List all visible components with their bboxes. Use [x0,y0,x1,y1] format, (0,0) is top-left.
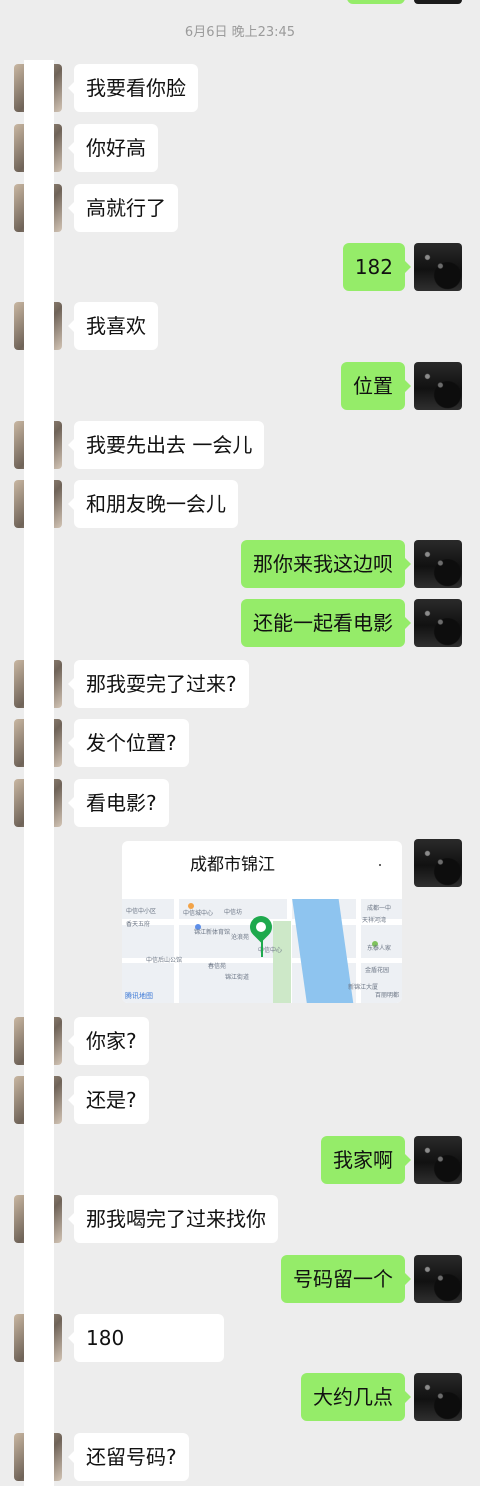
incoming-message-bubble[interactable]: 看电影? [68,779,169,827]
user-avatar-icon[interactable] [414,540,462,588]
map-label: 新锦江大厦 [348,984,379,991]
incoming-message-bubble[interactable]: 那我喝完了过来找你 [68,1195,278,1243]
user-avatar-icon[interactable] [414,243,462,291]
map-label: 锦江街道 [225,974,250,981]
incoming-message-bubble[interactable]: 我要看你脸 [68,64,198,112]
map-label: 中信城中心 [183,910,214,917]
incoming-message-bubble[interactable]: 还是? [68,1076,149,1124]
outgoing-message-bubble[interactable]: 大约几点 [301,1373,411,1421]
location-pin-stem [261,937,263,957]
map-label: 香天五府 [126,921,151,928]
map-label: 锦江新体育馆 [194,929,231,936]
outgoing-message-bubble[interactable]: 那你来我这边呗 [241,540,411,588]
privacy-mask [24,60,54,1486]
user-avatar-icon[interactable] [414,362,462,410]
incoming-message-bubble[interactable]: 发个位置? [68,719,189,767]
map-label: 天祥河湾 [362,917,387,924]
chat-timestamp: 6月6日 晚上23:45 [184,25,296,40]
incoming-message-bubble[interactable]: 我要先出去 一会儿 [67,421,265,469]
incoming-message-bubble[interactable]: 那我耍完了过来? [68,660,249,708]
user-avatar-icon[interactable] [414,1373,462,1421]
top-cropped-avatar [414,0,462,4]
user-avatar-icon[interactable] [414,1255,462,1303]
outgoing-message-bubble[interactable]: 还能一起看电影 [241,599,411,647]
user-avatar-icon[interactable] [414,599,462,647]
incoming-message-bubble[interactable]: 你好高 [68,124,158,172]
map-label: 中信中小区 [126,908,157,915]
map-label: 成都一中 [367,905,392,912]
map-label: 东泰人家 [367,945,392,952]
incoming-message-bubble[interactable]: 高就行了 [68,184,178,232]
map-green-space [273,921,291,1003]
chat-window: 6月6日 晚上23:45 我要看你脸 你好高 高就行了 182 我喜欢 位置 我… [0,0,480,1486]
location-map[interactable]: 中信中小区 香天五府 中信城中心 中信坊 锦江新体育馆 沧浪苑 中信后山公馆 春… [122,899,402,1003]
incoming-message-bubble[interactable]: 和朋友晚一会儿 [68,480,238,528]
outgoing-message-bubble[interactable]: 位置 [341,362,411,410]
location-title-mark [379,864,381,866]
map-label: 中信坊 [224,909,243,916]
map-poi-icon [188,903,194,909]
top-cropped-outgoing-bubble [347,0,405,4]
user-avatar-icon[interactable] [414,839,462,887]
location-message-card[interactable]: 成都市锦江 中信中小区 香天五府 中信城中心 中信坊 锦江新体育馆 沧浪苑 中信… [122,841,402,1003]
outgoing-message-bubble[interactable]: 我家啊 [321,1136,411,1184]
outgoing-message-bubble[interactable]: 182 [342,243,412,291]
user-avatar-icon[interactable] [414,1136,462,1184]
incoming-message-bubble[interactable]: 你家? [68,1017,149,1065]
map-label: 百丽明都 [375,992,400,999]
map-road [174,899,179,1003]
map-river [292,899,354,1003]
incoming-message-bubble[interactable]: 还留号码? [68,1433,189,1481]
map-label: 春信苑 [208,963,227,970]
map-label: 中信后山公馆 [146,957,183,964]
map-label: 金盾花园 [365,967,390,974]
map-label: 沧浪苑 [231,934,250,941]
outgoing-message-bubble[interactable]: 号码留一个 [281,1255,411,1303]
incoming-message-bubble[interactable]: 180 [68,1314,224,1362]
location-title: 成都市锦江 [190,855,275,875]
map-brand-label: 腾讯地图 [125,992,153,1000]
incoming-message-bubble[interactable]: 我喜欢 [68,302,158,350]
